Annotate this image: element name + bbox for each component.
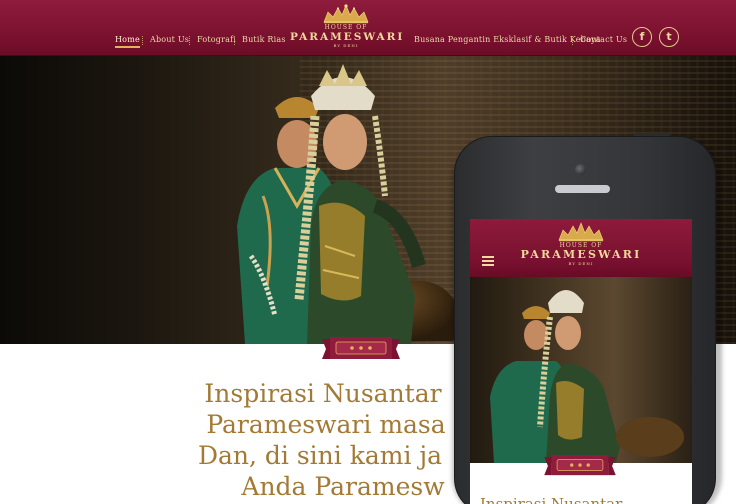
mobile-wedding-couple-photo: [490, 290, 684, 463]
brand-line-house-of: HOUSE OF: [324, 24, 368, 31]
headline-line-3: Dan, di sini kami ja: [197, 441, 443, 470]
mobile-header: HOUSE OF PARAMESWARI BY DENI: [470, 219, 692, 277]
crown-logo-icon: [323, 4, 369, 24]
phone-screen: HOUSE OF PARAMESWARI BY DENI Inspirasi N…: [470, 219, 692, 504]
hamburger-menu-icon[interactable]: [482, 256, 494, 268]
wedding-couple-photo: [237, 64, 426, 344]
mobile-hero-image: [470, 277, 692, 463]
nav-fotografi[interactable]: Fotografi: [197, 35, 236, 44]
nav-about-us[interactable]: About Us: [150, 35, 189, 44]
hero-headline: Inspirasi Nusantar Parameswari masa Dan,…: [185, 378, 455, 502]
nav-separator: [142, 36, 143, 45]
facebook-icon[interactable]: f: [632, 27, 652, 47]
ribbon-tab-icon[interactable]: [322, 337, 400, 361]
nav-butik-rias[interactable]: Butik Rias: [242, 35, 286, 44]
crown-logo-icon: [558, 222, 604, 242]
phone-speaker: [555, 185, 610, 193]
brand-logo[interactable]: HOUSE OF PARAMESWARI BY DENI: [290, 4, 402, 48]
phone-camera: [575, 164, 586, 175]
nav-separator: [572, 36, 573, 45]
headline-line-1: Inspirasi Nusantar: [204, 379, 442, 408]
mobile-headline: Inspirasi Nusantar: [480, 495, 623, 504]
mobile-ribbon-tab-icon[interactable]: [540, 455, 620, 477]
nav-contact-us[interactable]: Contact Us: [580, 35, 627, 44]
headline-line-4: Anda Paramesw: [241, 472, 445, 501]
mobile-brand-logo[interactable]: HOUSE OF PARAMESWARI BY DENI: [518, 222, 644, 266]
brand-name: PARAMESWARI: [290, 31, 405, 43]
nav-separator: [234, 36, 235, 45]
top-navigation-bar: Home About Us Fotografi Butik Rias HOUSE…: [0, 0, 736, 56]
brand-by-line: BY DENI: [333, 43, 359, 48]
mobile-brand-name: PARAMESWARI: [520, 248, 642, 261]
nav-separator: [189, 36, 190, 45]
nav-home[interactable]: Home: [115, 35, 140, 48]
mobile-brand-by-line: BY DENI: [568, 261, 594, 266]
twitter-icon[interactable]: t: [659, 27, 679, 47]
headline-line-2: Parameswari masa: [206, 410, 446, 439]
